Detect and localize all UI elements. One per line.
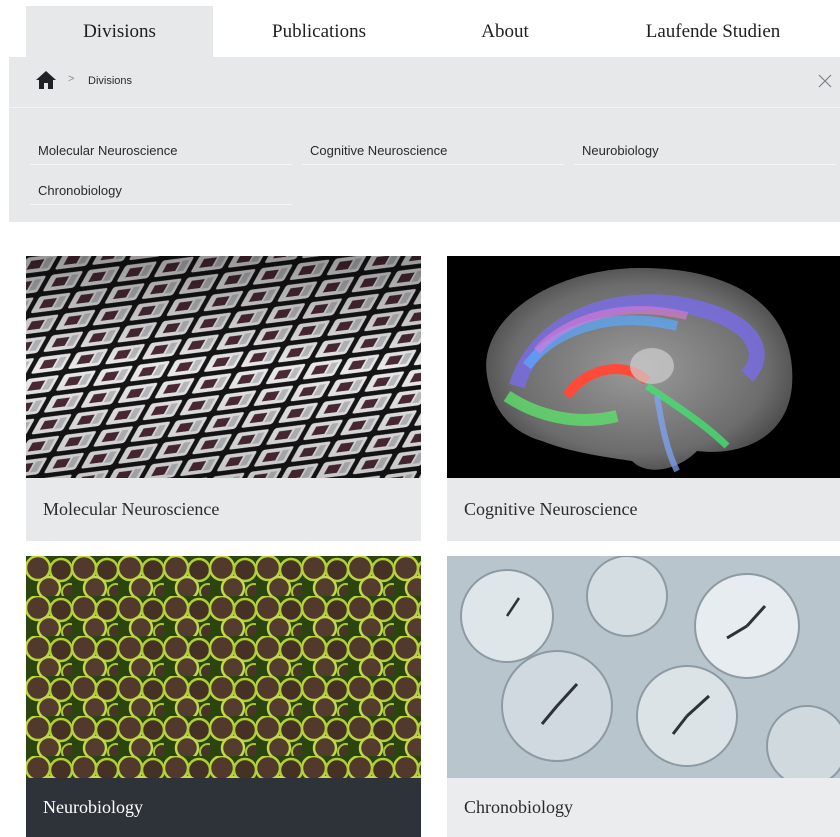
microscope-slides-image [26,256,421,478]
card-title: Neurobiology [26,778,421,837]
division-card-molecular-neuroscience[interactable]: Molecular Neuroscience [26,256,421,541]
breadcrumb: > Divisions [9,57,840,108]
sub-link-molecular-neuroscience[interactable]: Molecular Neuroscience [30,125,292,165]
home-icon[interactable] [35,70,57,90]
tab-divisions[interactable]: Divisions [26,6,213,57]
breadcrumb-separator: > [68,73,75,85]
divisions-dropdown-panel: > Divisions Molecular Neuroscience Cogni… [9,57,840,222]
breadcrumb-current[interactable]: Divisions [88,75,132,87]
sub-link-chronobiology[interactable]: Chronobiology [30,165,292,205]
card-title: Cognitive Neuroscience [447,478,840,541]
division-card-neurobiology[interactable]: Neurobiology [26,556,421,837]
division-card-chronobiology[interactable]: Chronobiology [447,556,840,837]
top-navigation: Divisions Publications About Laufende St… [0,0,840,57]
fluorescent-cells-image [26,556,421,778]
card-title: Chronobiology [447,778,840,837]
sub-link-neurobiology[interactable]: Neurobiology [574,125,836,165]
division-card-cognitive-neuroscience[interactable]: Cognitive Neuroscience [447,256,840,541]
close-icon[interactable] [818,74,832,88]
card-title: Molecular Neuroscience [26,478,421,541]
sub-link-cognitive-neuroscience[interactable]: Cognitive Neuroscience [302,125,564,165]
brain-tractography-image [447,256,840,478]
tab-about[interactable]: About [430,6,580,57]
tab-publications[interactable]: Publications [228,6,410,57]
clocks-collage-image [447,556,840,778]
tab-laufende-studien[interactable]: Laufende Studien [610,6,816,57]
